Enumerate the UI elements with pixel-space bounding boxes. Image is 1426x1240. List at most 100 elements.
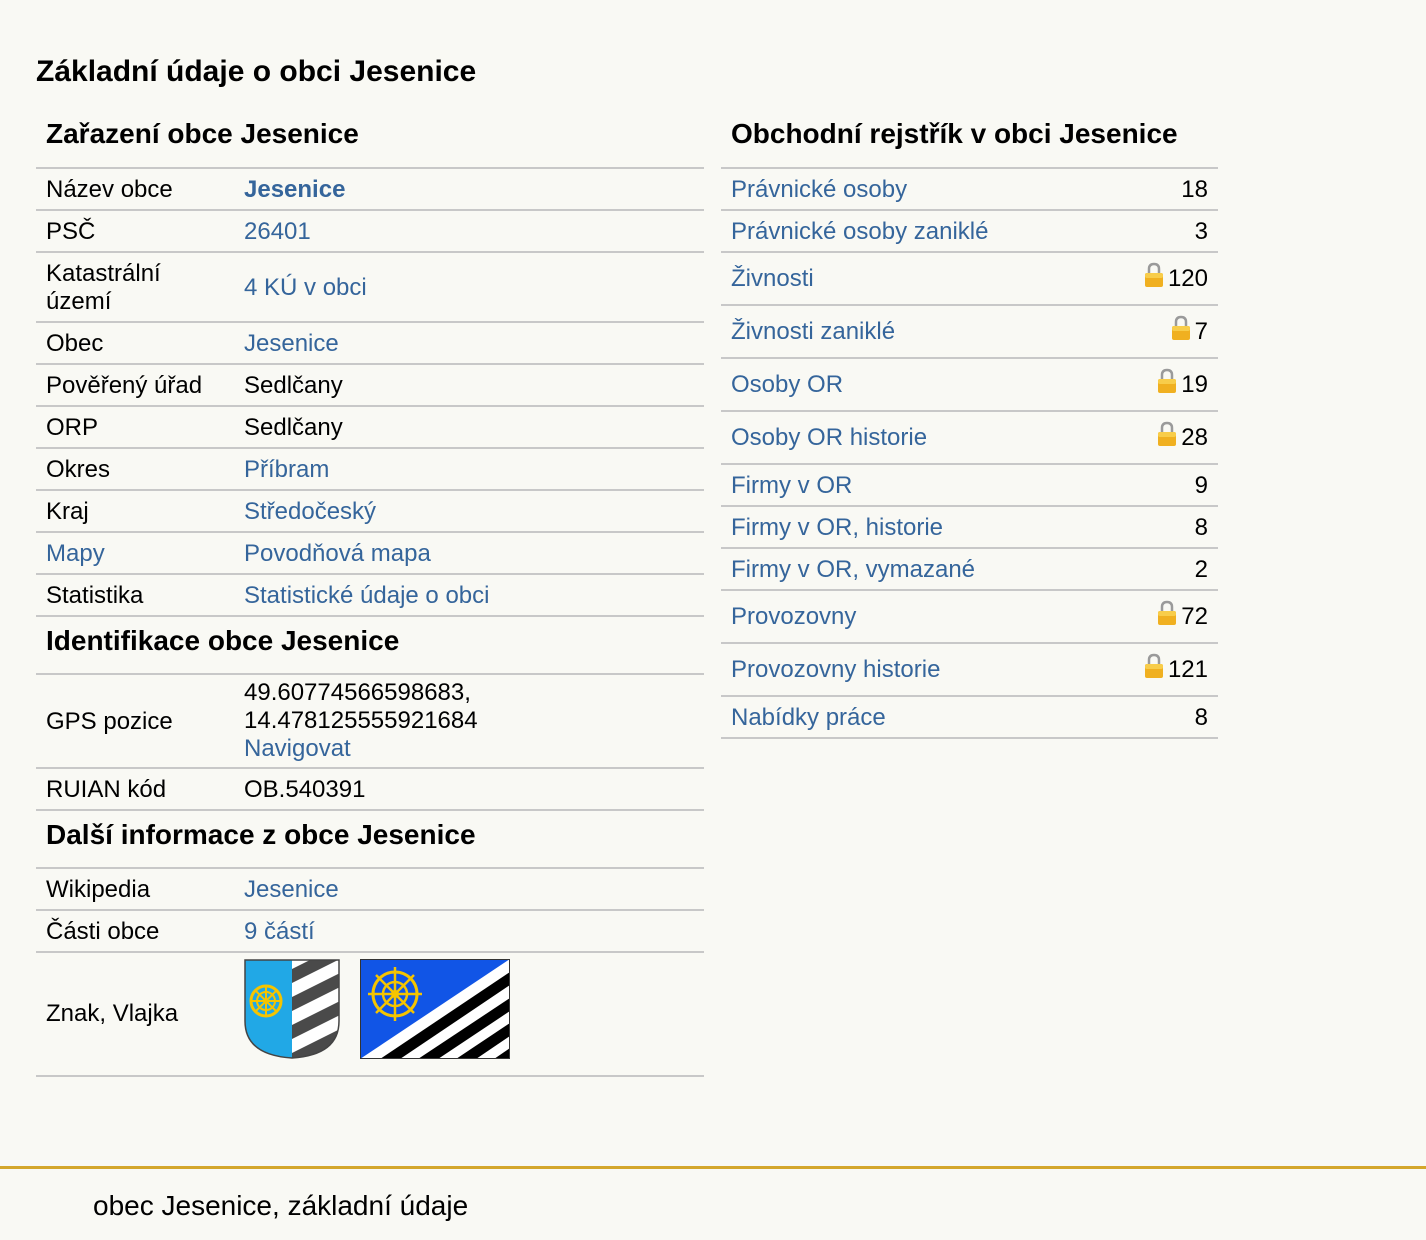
rejstrik-count-cell: 72 (1102, 590, 1218, 644)
table-row: Wikipedia Jesenice (36, 869, 704, 911)
wiki-key: Wikipedia (36, 869, 234, 911)
rejstrik-link[interactable]: Firmy v OR, historie (731, 514, 943, 541)
rejstrik-count: 19 (1181, 371, 1208, 398)
footer-divider (0, 1166, 1426, 1169)
section-title-identifikace: Identifikace obce Jesenice (36, 617, 704, 675)
row-value: Jesenice (234, 322, 704, 365)
rejstrik-link[interactable]: Živnosti (731, 265, 814, 292)
row-value: Příbram (234, 448, 704, 491)
emblem-key: Znak, Vlajka (36, 952, 234, 1077)
section-title-zarazeni: Zařazení obce Jesenice (36, 110, 704, 169)
lock-icon (1144, 653, 1164, 686)
row-value: Sedlčany (234, 364, 704, 407)
rejstrik-link[interactable]: Firmy v OR (731, 472, 852, 499)
row-value: Statistické údaje o obci (234, 574, 704, 617)
row-value-link[interactable]: 26401 (244, 218, 311, 245)
table-row: Právnické osoby 18 (721, 169, 1218, 211)
rejstrik-link[interactable]: Firmy v OR, vymazané (731, 556, 975, 583)
rejstrik-count: 8 (1194, 514, 1208, 541)
parts-link[interactable]: 9 částí (244, 918, 315, 945)
rejstrik-count-cell: 2 (1102, 548, 1218, 591)
table-row: Právnické osoby zaniklé 3 (721, 210, 1218, 253)
rejstrik-link[interactable]: Provozovny historie (731, 656, 940, 683)
row-value-link[interactable]: Statistické údaje o obci (244, 582, 489, 609)
table-row: Firmy v OR, vymazané 2 (721, 548, 1218, 591)
rejstrik-count: 3 (1194, 218, 1208, 245)
table-row: Živnosti zaniklé 7 (721, 305, 1218, 359)
gps-key: GPS pozice (36, 675, 234, 769)
rejstrik-count: 28 (1181, 424, 1208, 451)
rejstrik-count-cell: 121 (1102, 643, 1218, 697)
row-key: PSČ (36, 210, 234, 253)
lock-icon (1157, 368, 1177, 401)
rejstrik-link[interactable]: Nabídky práce (731, 704, 886, 731)
rejstrik-label-cell: Provozovny historie (721, 643, 1103, 697)
row-value: Středočeský (234, 490, 704, 533)
rejstrik-count-cell: 8 (1102, 696, 1218, 739)
rejstrik-link[interactable]: Osoby OR (731, 371, 843, 398)
row-key: Pověřený úřad (36, 364, 234, 407)
row-key: Statistika (36, 574, 234, 617)
left-column: Zařazení obce Jesenice Název obce Jesenic… (36, 110, 704, 1077)
table-row: Provozovny 72 (721, 590, 1218, 644)
rejstrik-label-cell: Firmy v OR (721, 464, 1103, 507)
rejstrik-count: 7 (1194, 318, 1208, 345)
rejstrik-link[interactable]: Živnosti zaniklé (731, 318, 895, 345)
rejstrik-label-cell: Živnosti (721, 252, 1103, 306)
rejstrik-label-cell: Živnosti zaniklé (721, 305, 1103, 359)
row-key: Mapy (36, 532, 234, 575)
identifikace-table: GPS pozice 49.60774566598683, 14.4781255… (36, 675, 704, 811)
table-row: Obec Jesenice (36, 322, 704, 365)
zarazeni-table: Název obce Jesenice PSČ 26401 Katastrální úz… (36, 169, 704, 617)
table-row: Pověřený úřad Sedlčany (36, 364, 704, 407)
rejstrik-link[interactable]: Provozovny (731, 603, 856, 630)
row-value-link[interactable]: Jesenice (244, 330, 339, 357)
table-row: Firmy v OR, historie 8 (721, 506, 1218, 549)
rejstrik-link[interactable]: Právnické osoby zaniklé (731, 218, 988, 245)
rejstrik-count: 120 (1167, 265, 1208, 292)
row-value-link[interactable]: Příbram (244, 456, 329, 483)
ruian-key: RUIAN kód (36, 768, 234, 811)
rejstrik-count-cell: 3 (1102, 210, 1218, 253)
row-key: Obec (36, 322, 234, 365)
parts-value-cell: 9 částí (234, 910, 704, 953)
rejstrik-count-cell: 7 (1102, 305, 1218, 359)
rejstrik-count-cell: 18 (1102, 169, 1218, 211)
lock-icon (1157, 421, 1177, 454)
page-title: Základní údaje o obci Jesenice (36, 55, 477, 88)
rejstrik-count-cell: 19 (1102, 358, 1218, 412)
row-value-link[interactable]: Jesenice (244, 176, 345, 203)
rejstrik-link[interactable]: Osoby OR historie (731, 424, 927, 451)
row-value-link[interactable]: Středočeský (244, 498, 376, 525)
section-title-dalsi: Další informace z obce Jesenice (36, 811, 704, 869)
navigate-link[interactable]: Navigovat (244, 735, 351, 762)
coat-of-arms-icon[interactable] (244, 959, 340, 1059)
lock-icon (1157, 600, 1177, 633)
gps-longitude: 14.478125555921684 (244, 707, 478, 734)
row-value: Povodňová mapa (234, 532, 704, 575)
rejstrik-label-cell: Osoby OR (721, 358, 1103, 412)
row-value-link[interactable]: Povodňová mapa (244, 540, 431, 567)
row-key: ORP (36, 406, 234, 449)
rejstrik-label-cell: Provozovny (721, 590, 1103, 644)
rejstrik-count: 9 (1194, 472, 1208, 499)
ruian-value: OB.540391 (234, 768, 704, 811)
row-key: Katastrální území (36, 252, 234, 323)
table-row: PSČ 26401 (36, 210, 704, 253)
footer-text: obec Jesenice, základní údaje (93, 1190, 469, 1221)
row-value: 26401 (234, 210, 704, 253)
flag-icon[interactable] (360, 959, 510, 1059)
table-row: RUIAN kód OB.540391 (36, 768, 704, 811)
rejstrik-count: 72 (1181, 603, 1208, 630)
lock-icon (1171, 315, 1191, 348)
row-value-link[interactable]: 4 KÚ v obci (244, 274, 367, 301)
rejstrik-count: 18 (1181, 176, 1208, 203)
row-key-link[interactable]: Mapy (46, 540, 105, 567)
rejstrik-label-cell: Firmy v OR, vymazané (721, 548, 1103, 591)
rejstrik-link[interactable]: Právnické osoby (731, 176, 907, 203)
row-key: Okres (36, 448, 234, 491)
table-row: Statistika Statistické údaje o obci (36, 574, 704, 617)
wikipedia-link[interactable]: Jesenice (244, 876, 339, 903)
table-row: Okres Příbram (36, 448, 704, 491)
rejstrik-count-cell: 8 (1102, 506, 1218, 549)
